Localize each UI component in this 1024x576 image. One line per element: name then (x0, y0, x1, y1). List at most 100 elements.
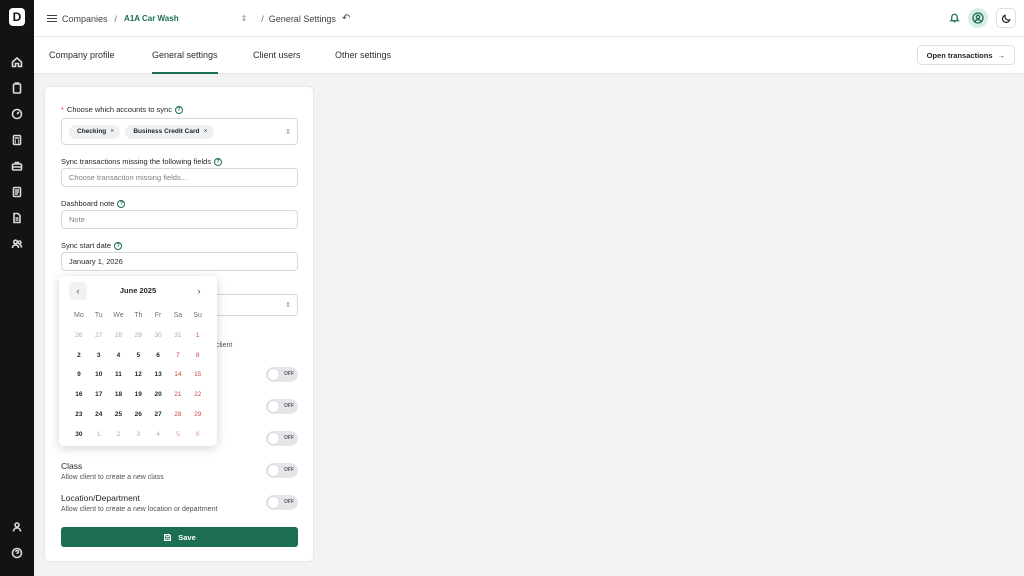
dashboard-note-input[interactable]: Note (61, 210, 298, 229)
calendar-day[interactable]: 4 (148, 425, 168, 445)
calendar-day[interactable]: 29 (128, 326, 148, 346)
tab-other-settings[interactable]: Other settings (335, 37, 391, 74)
calendar-day[interactable]: 9 (69, 365, 89, 385)
location-description: Allow client to create a new location or… (61, 506, 218, 513)
clipboard-icon[interactable] (10, 81, 24, 95)
avatar[interactable] (968, 8, 988, 28)
accounts-label-text: Choose which accounts to sync (66, 105, 172, 114)
close-icon[interactable]: × (110, 128, 114, 135)
calendar-day[interactable]: 16 (69, 385, 89, 405)
tab-company-profile[interactable]: Company profile (49, 37, 115, 74)
calendar-day[interactable]: 27 (148, 405, 168, 425)
tab-client-users[interactable]: Client users (253, 37, 301, 74)
missing-fields-input[interactable]: Choose transaction missing fields... (61, 168, 298, 187)
class-title: Class (61, 461, 83, 471)
calendar-day[interactable]: 21 (168, 385, 188, 405)
calendar-day[interactable]: 1 (89, 425, 109, 445)
user-icon[interactable] (10, 520, 24, 534)
calendar-day[interactable]: 29 (188, 405, 208, 425)
calendar-day[interactable]: 24 (89, 405, 109, 425)
location-toggle[interactable]: OFF (266, 495, 298, 510)
calendar-day[interactable]: 6 (148, 346, 168, 366)
calendar-day[interactable]: 30 (148, 326, 168, 346)
calendar-day[interactable]: 17 (89, 385, 109, 405)
calendar-day[interactable]: 6 (188, 425, 208, 445)
dark-mode-toggle[interactable] (996, 8, 1016, 28)
help-icon[interactable]: ? (214, 157, 223, 166)
calendar-day[interactable]: 18 (109, 385, 129, 405)
sync-start-date-input[interactable]: January 1, 2026 (61, 252, 298, 271)
permission-toggle[interactable]: OFF (266, 367, 298, 382)
toggle-state: OFF (284, 403, 294, 409)
calendar-day[interactable]: 25 (109, 405, 129, 425)
account-chip: Checking × (69, 124, 121, 139)
calendar-day[interactable]: 13 (148, 365, 168, 385)
class-permission-row: Class Allow client to create a new class… (61, 461, 298, 487)
calendar-day[interactable]: 3 (128, 425, 148, 445)
calendar-day[interactable]: 31 (168, 326, 188, 346)
calendar-day[interactable]: 2 (69, 346, 89, 366)
calendar-day[interactable]: 2 (109, 425, 129, 445)
account-chip: Business Credit Card × (125, 124, 214, 139)
location-permission-row: Location/Department Allow client to crea… (61, 493, 298, 519)
calendar-day[interactable]: 5 (128, 346, 148, 366)
close-icon[interactable]: × (203, 128, 207, 135)
briefcase-icon[interactable] (10, 159, 24, 173)
calendar-day[interactable]: 14 (168, 365, 188, 385)
help-icon[interactable]: ? (174, 105, 183, 114)
users-icon[interactable] (10, 237, 24, 251)
ledger-icon[interactable] (10, 185, 24, 199)
bell-icon[interactable] (949, 12, 960, 25)
side-rail: D (0, 0, 34, 576)
chevron-right-icon[interactable]: › (190, 282, 208, 300)
breadcrumb-companies[interactable]: Companies (62, 14, 108, 24)
missing-fields-label-text: Sync transactions missing the following … (61, 157, 212, 166)
calendar-day[interactable]: 15 (188, 365, 208, 385)
tab-general-settings[interactable]: General settings (152, 37, 218, 74)
calendar-day[interactable]: 4 (109, 346, 129, 366)
hamburger-menu-icon[interactable] (47, 14, 57, 24)
calendar-day[interactable]: 26 (69, 326, 89, 346)
breadcrumb-current-page: General Settings (268, 13, 336, 24)
chevron-updown-icon[interactable]: ⇕ (241, 14, 248, 23)
partial-label: client (216, 342, 233, 349)
calendar-day[interactable]: 23 (69, 405, 89, 425)
calendar-day[interactable]: 19 (128, 385, 148, 405)
calendar-day[interactable]: 26 (128, 405, 148, 425)
calendar-day[interactable]: 12 (128, 365, 148, 385)
location-title: Location/Department (61, 493, 140, 503)
calendar-day[interactable]: 1 (188, 326, 208, 346)
calendar-day[interactable]: 3 (89, 346, 109, 366)
calendar-day[interactable]: 8 (188, 346, 208, 366)
calendar-day[interactable]: 28 (168, 405, 188, 425)
company-selector[interactable]: A1A Car Wash (124, 14, 179, 23)
calendar-day[interactable]: 5 (168, 425, 188, 445)
home-icon[interactable] (10, 55, 24, 69)
calendar-day[interactable]: 28 (109, 326, 129, 346)
calculator-icon[interactable] (10, 133, 24, 147)
class-toggle[interactable]: OFF (266, 463, 298, 478)
top-bar: Companies / A1A Car Wash ⇕ / General Set… (34, 0, 1024, 37)
calendar-day[interactable]: 22 (188, 385, 208, 405)
undo-icon[interactable]: ↶ (342, 13, 350, 24)
help-icon[interactable]: ? (117, 199, 126, 208)
calendar-day[interactable]: 20 (148, 385, 168, 405)
chip-label: Checking (77, 128, 107, 135)
save-button[interactable]: Save (61, 527, 298, 547)
help-icon[interactable] (10, 546, 24, 560)
accounts-select[interactable]: Checking × Business Credit Card × ⇕ (61, 118, 298, 145)
help-icon[interactable]: ? (114, 241, 123, 250)
dashboard-note-label-text: Dashboard note (61, 199, 115, 208)
open-transactions-button[interactable]: Open transactions → (916, 45, 1015, 65)
calendar-day[interactable]: 27 (89, 326, 109, 346)
app-logo[interactable]: D (9, 8, 25, 26)
permission-toggle[interactable]: OFF (266, 399, 298, 414)
calendar-day[interactable]: 10 (89, 365, 109, 385)
calendar-day[interactable]: 7 (168, 346, 188, 366)
gauge-icon[interactable] (10, 107, 24, 121)
weekday-header: Fr (154, 312, 162, 319)
calendar-day[interactable]: 30 (69, 425, 89, 445)
document-icon[interactable] (10, 211, 24, 225)
calendar-day[interactable]: 11 (109, 365, 129, 385)
permission-toggle[interactable]: OFF (266, 431, 298, 446)
